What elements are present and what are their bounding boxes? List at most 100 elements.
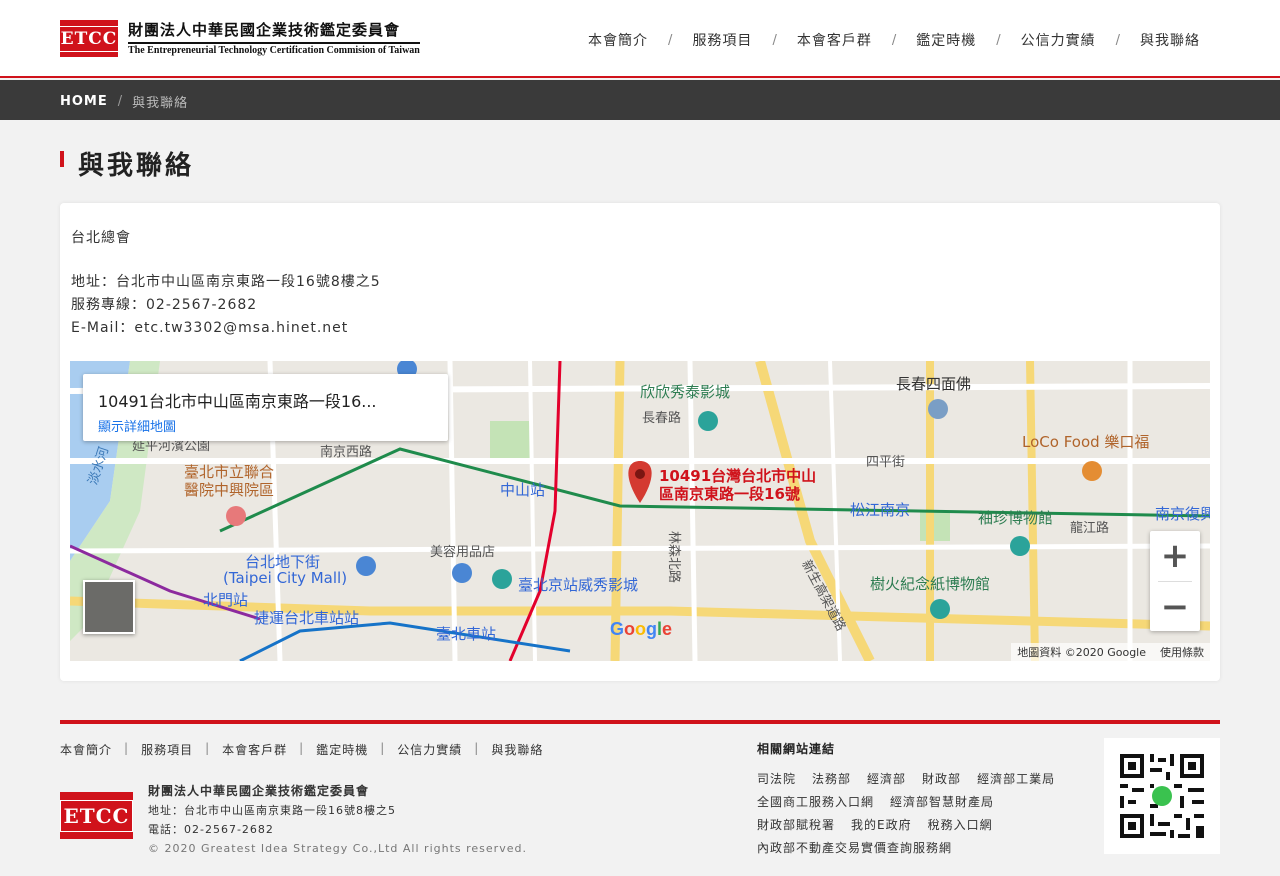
footer-nav-separator: | — [299, 741, 305, 755]
related-links-row: 內政部不動產交易實價查詢服務網 — [757, 837, 1071, 860]
logo-text: 財團法人中華民國企業技術鑑定委員會 The Entrepreneurial Te… — [128, 20, 420, 57]
contact-address: 地址：台北市中山區南京東路一段16號8樓之5 — [71, 274, 381, 290]
footer-nav-separator: | — [124, 741, 130, 755]
map-pin-label-1: 10491台灣台北市中山 — [659, 467, 817, 485]
logo-en-name: The Entrepreneurial Technology Certifica… — [128, 42, 420, 57]
link-ip-office[interactable]: 經濟部智慧財產局 — [890, 791, 994, 814]
link-justice[interactable]: 法務部 — [812, 768, 851, 791]
breadcrumb-home[interactable]: HOME — [60, 94, 108, 109]
footer-nav-about[interactable]: 本會簡介 — [60, 741, 112, 758]
footer-divider — [60, 720, 1220, 724]
map-label-main-station-mrt: 捷運台北車站站 — [254, 609, 360, 627]
link-commerce-portal[interactable]: 全國商工服務入口網 — [757, 791, 874, 814]
map-zoom-control: + − — [1150, 531, 1200, 631]
link-industrial[interactable]: 經濟部工業局 — [977, 768, 1055, 791]
logo-zh-name: 財團法人中華民國企業技術鑑定委員會 — [128, 21, 401, 39]
map-label-hospital-2: 醫院中興院區 — [184, 481, 275, 499]
footer-nav-contact[interactable]: 與我聯絡 — [491, 741, 543, 758]
link-taxation[interactable]: 財政部賦稅署 — [757, 814, 835, 837]
breadcrumb: HOME / 與我聯絡 — [60, 92, 188, 111]
map-label-changchun-rd: 長春路 — [642, 411, 682, 426]
map-pin-label-2: 區南京東路一段16號 — [659, 485, 800, 503]
logo-badge-text: ETCC — [56, 25, 122, 52]
map-attribution: 地圖資料 ©2020 Google — [1017, 646, 1146, 659]
contact-email: E-Mail：etc.tw3302@msa.hinet.net — [71, 320, 349, 336]
link-finance[interactable]: 財政部 — [922, 768, 961, 791]
office-name: 台北總會 — [71, 230, 131, 246]
map-label-linsen: 林森北路 — [666, 531, 681, 584]
title-accent-bar — [60, 150, 64, 167]
link-egov[interactable]: 我的E政府 — [851, 814, 912, 837]
map-attribution-bar: 地圖資料 ©2020 Google 使用條款 — [1011, 643, 1210, 661]
site-logo[interactable]: ETCC 財團法人中華民國企業技術鑑定委員會 The Entrepreneuri… — [56, 20, 420, 57]
line-qr-code — [1104, 738, 1220, 854]
footer-phone: 電話：02-2567-2682 — [148, 823, 274, 836]
site-header: ETCC 財團法人中華民國企業技術鑑定委員會 The Entrepreneuri… — [0, 0, 1280, 78]
nav-timing[interactable]: 鑑定時機 — [916, 30, 976, 50]
map-terms-link[interactable]: 使用條款 — [1160, 644, 1204, 660]
line-icon — [1152, 786, 1172, 806]
link-economic[interactable]: 經濟部 — [867, 768, 906, 791]
footer-nav: 本會簡介 | 服務項目 | 本會客戶群 | 鑑定時機 | 公信力實績 | 與我聯… — [60, 741, 543, 758]
qr-code-icon — [1104, 738, 1220, 854]
footer-address: 地址：台北市中山區南京東路一段16號8樓之5 — [148, 804, 396, 817]
nav-contact[interactable]: 與我聯絡 — [1140, 30, 1200, 50]
footer-logo-text: ETCC — [59, 799, 134, 832]
logo-badge: ETCC — [56, 20, 122, 57]
footer-logo: ETCC — [59, 792, 134, 839]
zoom-in-button[interactable]: + — [1150, 531, 1200, 581]
google-logo: Google — [610, 619, 673, 639]
map-label-zhongshan-station: 中山站 — [500, 481, 546, 499]
map-label-underground-2: (Taipei City Mall) — [223, 569, 348, 587]
contact-phone: 服務專線：02-2567-2682 — [71, 297, 258, 313]
link-real-estate[interactable]: 內政部不動產交易實價查詢服務網 — [757, 837, 952, 860]
google-map[interactable]: 欣欣秀泰影城 長春路 長春四面佛 LoCo Food 樂口福 四平街 臺北市立聯… — [70, 361, 1210, 661]
map-satellite-toggle[interactable] — [83, 580, 135, 634]
nav-separator: / — [891, 32, 897, 48]
footer-nav-clients[interactable]: 本會客戶群 — [222, 741, 287, 758]
page-title-block: 與我聯絡 — [60, 145, 194, 182]
nav-separator: / — [996, 32, 1001, 48]
map-label-longjiang: 龍江路 — [1070, 521, 1110, 536]
breadcrumb-current: 與我聯絡 — [132, 96, 189, 111]
map-label-cinema: 欣欣秀泰影城 — [640, 383, 731, 401]
nav-services[interactable]: 服務項目 — [692, 30, 752, 50]
breadcrumb-bar: HOME / 與我聯絡 — [0, 80, 1280, 120]
map-detail-link[interactable]: 顯示詳細地圖 — [98, 416, 176, 435]
related-links-title: 相關網站連結 — [757, 742, 836, 756]
related-links-row: 全國商工服務入口網 經濟部智慧財產局 — [757, 791, 1071, 814]
link-tax-portal[interactable]: 稅務入口網 — [928, 814, 993, 837]
map-info-address: 10491台北市中山區南京東路一段16... — [98, 392, 377, 411]
map-label-changchun-plaza: 長春四面佛 — [896, 375, 972, 393]
related-links-row: 財政部賦稅署 我的E政府 稅務入口網 — [757, 814, 1071, 837]
map-label-main-station-cinema: 臺北京站威秀影城 — [518, 576, 639, 594]
related-links-row: 司法院 法務部 經濟部 財政部 經濟部工業局 — [757, 768, 1071, 791]
nav-clients[interactable]: 本會客戶群 — [797, 30, 872, 50]
nav-about[interactable]: 本會簡介 — [588, 30, 648, 50]
map-label-nanjing-fu: 南京復興 — [1155, 505, 1210, 523]
footer-nav-credibility[interactable]: 公信力實績 — [397, 741, 462, 758]
zoom-out-button[interactable]: − — [1150, 582, 1200, 632]
main-nav: 本會簡介 / 服務項目 / 本會客戶群 / 鑑定時機 / 公信力實績 / 與我聯… — [588, 30, 1200, 50]
map-label-loco: LoCo Food 樂口福 — [1022, 433, 1150, 451]
footer-org-name: 財團法人中華民國企業技術鑑定委員會 — [148, 784, 370, 798]
map-label-songjiang-station: 松江南京 — [850, 501, 911, 519]
map-label-beimen: 北門站 — [203, 591, 249, 609]
map-label-beauty: 美容用品店 — [430, 545, 496, 560]
nav-credibility[interactable]: 公信力實績 — [1021, 30, 1096, 50]
footer-nav-timing[interactable]: 鑑定時機 — [316, 741, 368, 758]
map-label-taipei-station: 臺北車站 — [436, 625, 497, 643]
nav-separator: / — [668, 32, 673, 48]
map-label-paper-museum: 樹火紀念紙博物館 — [870, 575, 991, 593]
nav-separator: / — [1115, 32, 1120, 48]
footer-nav-separator: | — [205, 741, 211, 755]
contact-info: 地址：台北市中山區南京東路一段16號8樓之5 服務專線：02-2567-2682… — [71, 271, 381, 340]
footer-nav-separator: | — [474, 741, 480, 755]
related-links: 司法院 法務部 經濟部 財政部 經濟部工業局 全國商工服務入口網 經濟部智慧財產… — [757, 768, 1071, 860]
breadcrumb-separator: / — [117, 94, 123, 109]
map-info-box: 10491台北市中山區南京東路一段16... 顯示詳細地圖 — [83, 374, 448, 441]
footer-info: 財團法人中華民國企業技術鑑定委員會 地址：台北市中山區南京東路一段16號8樓之5… — [148, 782, 527, 858]
link-judicial[interactable]: 司法院 — [757, 768, 796, 791]
map-label-xiuzhen: 袖珍博物館 — [978, 509, 1054, 527]
footer-nav-services[interactable]: 服務項目 — [141, 741, 193, 758]
